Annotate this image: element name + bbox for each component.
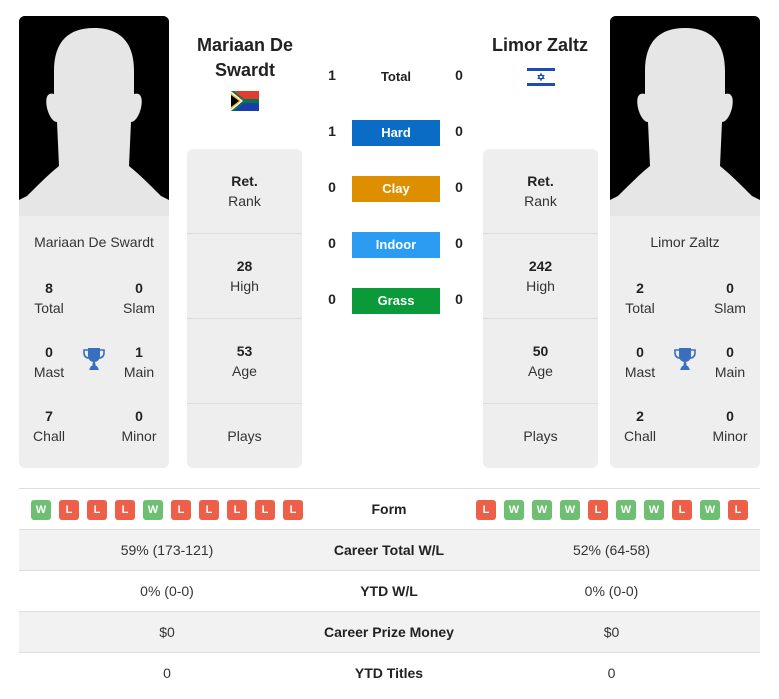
player1-chall-titles: 7 Chall	[33, 408, 65, 444]
surface-hard-badge: Hard	[352, 120, 440, 146]
career-total-row: 59% (173-121) Career Total W/L 52% (64-5…	[19, 529, 760, 570]
surface-indoor-badge: Indoor	[352, 232, 440, 258]
ytd-wl-row: 0% (0-0) YTD W/L 0% (0-0)	[19, 570, 760, 611]
player1-total-titles: 8 Total	[34, 280, 64, 316]
player2-info-card: Ret. Rank 242 High 50 Age Plays	[483, 149, 598, 468]
avatar-silhouette-icon	[610, 16, 760, 216]
ytd-titles-label: YTD Titles	[354, 665, 424, 681]
player2-chall-titles: 2 Chall	[624, 408, 656, 444]
form-loss-badge[interactable]: L	[115, 500, 135, 520]
ytd-titles-row: 0 YTD Titles 0	[19, 652, 760, 693]
player1-age: 53 Age	[187, 319, 302, 404]
form-win-badge[interactable]: W	[504, 500, 524, 520]
player1-career-total: 59% (173-121)	[120, 542, 214, 558]
ytd-wl-label: YTD W/L	[360, 583, 418, 599]
form-win-badge[interactable]: W	[616, 500, 636, 520]
surface-total-label: Total	[380, 69, 412, 84]
form-loss-badge[interactable]: L	[588, 500, 608, 520]
form-win-badge[interactable]: W	[560, 500, 580, 520]
israel-flag-icon	[527, 67, 555, 87]
form-win-badge[interactable]: W	[532, 500, 552, 520]
player2-form: LWWWLWWLWL	[476, 500, 748, 520]
player2-slam-titles: 0 Slam	[714, 280, 746, 316]
form-loss-badge[interactable]: L	[227, 500, 247, 520]
player2-mast-titles: 0 Mast	[624, 344, 656, 380]
trophy-icon	[674, 348, 696, 370]
player2-age: 50 Age	[483, 319, 598, 404]
form-loss-badge[interactable]: L	[199, 500, 219, 520]
prize-money-label: Career Prize Money	[324, 624, 454, 640]
player1-main-titles: 1 Main	[123, 344, 155, 380]
player1-card-name: Mariaan De Swardt	[34, 234, 154, 250]
avatar-silhouette-icon	[19, 16, 169, 216]
trophy-icon	[83, 348, 105, 370]
player2-high: 242 High	[483, 234, 598, 319]
form-label: Form	[371, 501, 407, 517]
player1-prize-money: $0	[159, 624, 175, 640]
player2-photo	[610, 16, 760, 216]
prize-money-row: $0 Career Prize Money $0	[19, 611, 760, 652]
form-win-badge[interactable]: W	[143, 500, 163, 520]
player1-high: 28 High	[187, 234, 302, 319]
player2-rank: Ret. Rank	[483, 149, 598, 234]
career-total-label: Career Total W/L	[333, 542, 445, 558]
player2-minor-titles: 0 Minor	[712, 408, 748, 444]
player2-ytd-wl: 0% (0-0)	[584, 583, 639, 599]
player1-photo	[19, 16, 169, 216]
surface-clay-badge: Clay	[352, 176, 440, 202]
form-loss-badge[interactable]: L	[59, 500, 79, 520]
south-africa-flag-icon	[231, 91, 259, 111]
player1-ytd-titles: 0	[163, 665, 171, 681]
form-loss-badge[interactable]: L	[283, 500, 303, 520]
player2-header-name[interactable]: Limor Zaltz	[475, 33, 605, 58]
player1-minor-titles: 0 Minor	[121, 408, 157, 444]
player1-info-card: Ret. Rank 28 High 53 Age Plays	[187, 149, 302, 468]
form-loss-badge[interactable]: L	[476, 500, 496, 520]
form-win-badge[interactable]: W	[700, 500, 720, 520]
player2-main-titles: 0 Main	[714, 344, 746, 380]
player1-card: Mariaan De Swardt 8 Total 0 Slam 0 Mast …	[19, 16, 169, 468]
player1-plays: Plays	[227, 428, 262, 444]
surface-grass-badge: Grass	[352, 288, 440, 314]
player1-slam-titles: 0 Slam	[123, 280, 155, 316]
form-win-badge[interactable]: W	[31, 500, 51, 520]
player2-prize-money: $0	[603, 624, 620, 640]
player1-form: WLLLWLLLLL	[31, 500, 303, 520]
player2-card: Limor Zaltz 2 Total 0 Slam 0 Mast 0 Main…	[610, 16, 760, 468]
player2-total-titles: 2 Total	[625, 280, 655, 316]
form-loss-badge[interactable]: L	[672, 500, 692, 520]
player1-mast-titles: 0 Mast	[33, 344, 65, 380]
form-win-badge[interactable]: W	[644, 500, 664, 520]
player2-career-total: 52% (64-58)	[572, 542, 651, 558]
player1-rank: Ret. Rank	[187, 149, 302, 234]
player2-ytd-titles: 0	[607, 665, 616, 681]
player1-header-name[interactable]: Mariaan De Swardt	[180, 33, 310, 83]
player2-plays: Plays	[523, 428, 558, 444]
form-row: WLLLWLLLLL Form LWWWLWWLWL	[19, 488, 760, 529]
form-loss-badge[interactable]: L	[87, 500, 107, 520]
form-loss-badge[interactable]: L	[728, 500, 748, 520]
player2-card-name: Limor Zaltz	[650, 234, 720, 250]
form-loss-badge[interactable]: L	[255, 500, 275, 520]
form-loss-badge[interactable]: L	[171, 500, 191, 520]
player1-ytd-wl: 0% (0-0)	[140, 583, 194, 599]
